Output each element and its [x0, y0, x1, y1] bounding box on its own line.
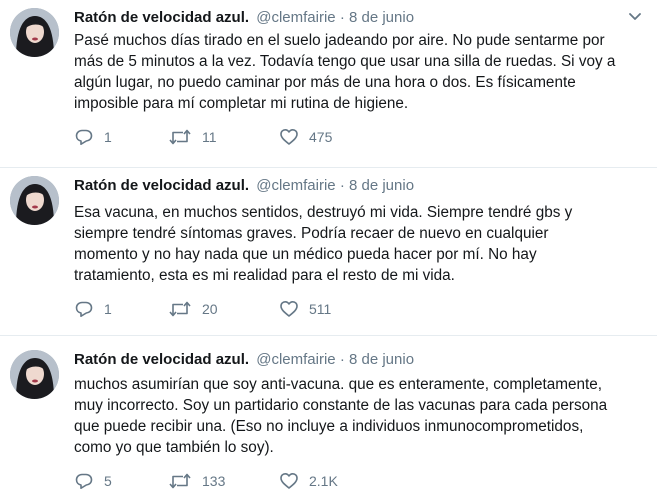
reply-count: 5: [104, 473, 112, 489]
display-name[interactable]: Ratón de velocidad azul.: [74, 177, 249, 194]
tweet-text-line: más de 5 minutos a la vez. Todavía tengo…: [74, 53, 616, 70]
retweet-icon: [168, 299, 192, 319]
user-handle[interactable]: @clemfairie: [256, 351, 335, 368]
retweet-icon: [168, 127, 192, 147]
retweet-button[interactable]: 11: [168, 126, 217, 148]
reply-icon: [74, 471, 94, 491]
tweet-actions: 1 20 511: [74, 298, 574, 320]
heart-icon: [279, 299, 299, 319]
like-count: 475: [309, 129, 333, 145]
tweet[interactable]: Ratón de velocidad azul. @clemfairie · 8…: [0, 168, 657, 336]
separator-dot: ·: [339, 9, 345, 26]
user-handle[interactable]: @clemfairie: [256, 9, 335, 26]
display-name[interactable]: Ratón de velocidad azul.: [74, 351, 249, 368]
retweet-count: 20: [202, 301, 218, 317]
reply-icon: [74, 127, 94, 147]
reply-icon: [74, 299, 94, 319]
chevron-down-icon[interactable]: [627, 10, 643, 24]
tweet[interactable]: Ratón de velocidad azul. @clemfairie · 8…: [0, 336, 657, 504]
avatar[interactable]: [10, 350, 59, 399]
tweet-text-line: como yo que también lo soy).: [74, 439, 274, 456]
tweet-date[interactable]: 8 de junio: [349, 177, 414, 194]
tweet-text-line: algún lugar, no puedo caminar por más de…: [74, 74, 576, 91]
like-button[interactable]: 2.1K: [279, 470, 338, 492]
heart-icon: [279, 471, 299, 491]
tweet-feed: Ratón de velocidad azul. @clemfairie · 8…: [0, 0, 657, 504]
reply-count: 1: [104, 301, 112, 317]
retweet-count: 133: [202, 473, 226, 489]
tweet-text-line: Esa vacuna, en muchos sentidos, destruyó…: [74, 204, 573, 221]
tweet-text-line: tratamiento, esta es mi realidad para el…: [74, 267, 455, 284]
tweet-text-line: momento y no hay nada que un médico pued…: [74, 246, 537, 263]
user-handle[interactable]: @clemfairie: [256, 177, 335, 194]
reply-button[interactable]: 5: [74, 470, 112, 492]
tweet-text-line: que puede recibir una. (Eso no incluye a…: [74, 418, 584, 435]
tweet-header: Ratón de velocidad azul. @clemfairie · 8…: [74, 176, 627, 196]
tweet-text: Pasé muchos días tirado en el suelo jade…: [74, 30, 649, 114]
reply-button[interactable]: 1: [74, 126, 112, 148]
tweet-date[interactable]: 8 de junio: [349, 351, 414, 368]
tweet-header: Ratón de velocidad azul. @clemfairie · 8…: [74, 350, 627, 370]
like-button[interactable]: 475: [279, 126, 332, 148]
retweet-button[interactable]: 20: [168, 298, 218, 320]
tweet-actions: 1 11 475: [74, 126, 574, 148]
reply-count: 1: [104, 129, 112, 145]
like-count: 511: [309, 301, 332, 317]
reply-button[interactable]: 1: [74, 298, 112, 320]
tweet-text-line: imposible para mí completar mi rutina de…: [74, 95, 409, 112]
retweet-count: 11: [202, 129, 217, 145]
like-button[interactable]: 511: [279, 298, 331, 320]
retweet-icon: [168, 471, 192, 491]
display-name[interactable]: Ratón de velocidad azul.: [74, 9, 249, 26]
like-count: 2.1K: [309, 473, 338, 489]
avatar[interactable]: [10, 176, 59, 225]
tweet-text: muchos asumirían que soy anti-vacuna. qu…: [74, 374, 649, 458]
tweet-text-line: Pasé muchos días tirado en el suelo jade…: [74, 32, 605, 49]
separator-dot: ·: [339, 177, 345, 194]
avatar[interactable]: [10, 8, 59, 57]
tweet-text-line: muy incorrecto. Soy un partidario consta…: [74, 397, 608, 414]
separator-dot: ·: [339, 351, 345, 368]
tweet-text-line: muchos asumirían que soy anti-vacuna. qu…: [74, 376, 603, 393]
tweet-text-line: siempre tendré síntomas graves. Podría r…: [74, 225, 549, 242]
tweet-text: Esa vacuna, en muchos sentidos, destruyó…: [74, 202, 649, 286]
tweet-header: Ratón de velocidad azul. @clemfairie · 8…: [74, 8, 627, 28]
heart-icon: [279, 127, 299, 147]
tweet-date[interactable]: 8 de junio: [349, 9, 414, 26]
retweet-button[interactable]: 133: [168, 470, 225, 492]
tweet-actions: 5 133 2.1K: [74, 470, 574, 492]
tweet[interactable]: Ratón de velocidad azul. @clemfairie · 8…: [0, 0, 657, 168]
